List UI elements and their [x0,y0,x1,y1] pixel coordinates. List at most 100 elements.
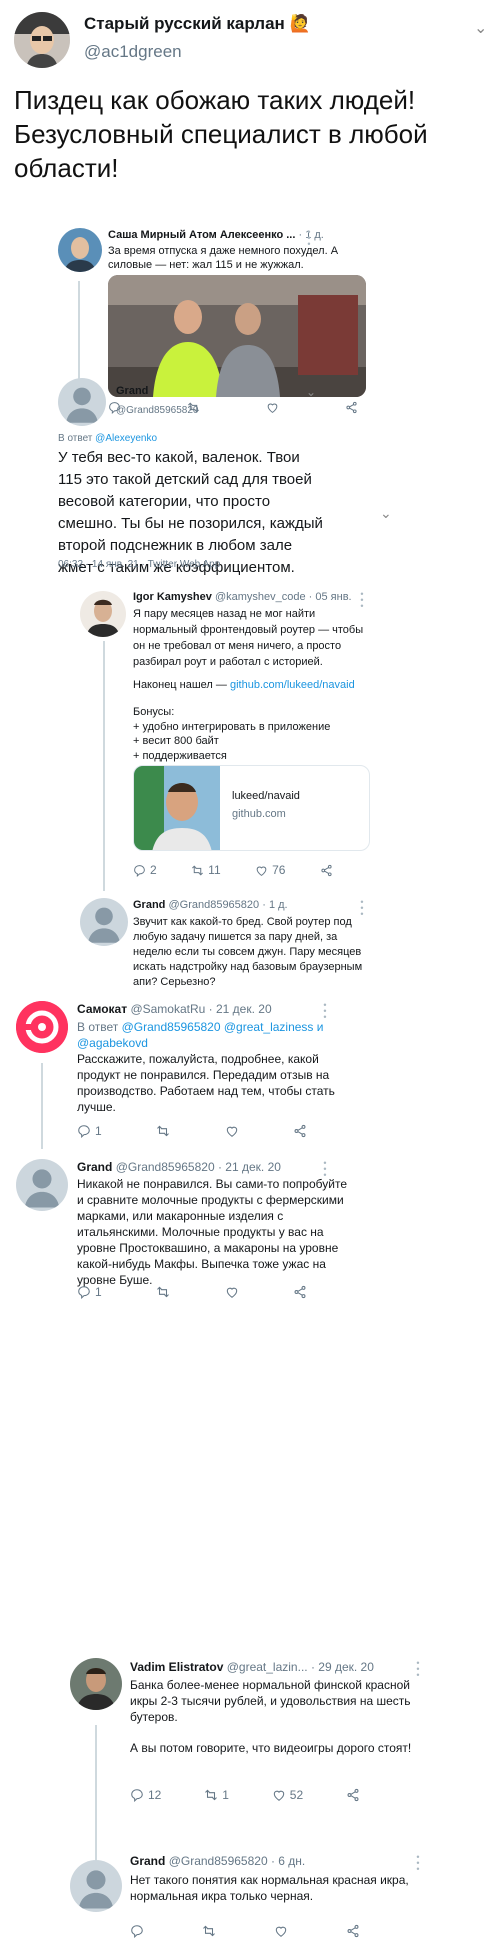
user-avatar[interactable] [80,898,128,946]
tweet-time[interactable]: · 21 дек. 20 [218,1160,281,1174]
retweet-count: 1 [222,1788,229,1802]
reply-button[interactable]: 1 [77,1124,102,1138]
share-button[interactable] [346,1924,360,1938]
thread-line [103,641,105,891]
user-handle[interactable]: @Grand85965820 [169,1854,268,1868]
chevron-down-icon[interactable]: ⌄ [380,505,392,522]
retweet-icon [204,1788,218,1802]
tweet-header: Самокат @SamokatRu · 21 дек. 20 [77,1002,272,1016]
tweet-header: Grand @Grand85965820 · 21 дек. 20 [77,1160,281,1174]
user-avatar[interactable] [70,1860,122,1912]
tweet-text-p2: Наконец нашел — github.com/lukeed/navaid [133,677,365,693]
retweet-button[interactable] [156,1285,170,1299]
user-handle[interactable]: @great_lazin... [227,1660,308,1674]
user-name[interactable]: Vadim Elistratov [130,1660,223,1674]
user-avatar[interactable] [58,228,102,272]
share-button[interactable] [320,864,333,877]
reply-button[interactable] [130,1924,144,1938]
heart-icon [274,1924,288,1938]
bonus-item: + удобно интегрировать в приложение [133,720,331,733]
tweet-time[interactable]: · 6 дн. [271,1854,305,1868]
share-button[interactable] [293,1124,307,1138]
like-button[interactable] [225,1285,239,1299]
like-button[interactable]: 76 [255,863,285,877]
thread-line [41,1063,43,1149]
reply-count: 1 [95,1124,102,1138]
like-button[interactable] [266,401,279,414]
like-button[interactable]: 52 [272,1788,303,1802]
gym-photo [108,275,366,397]
like-button[interactable] [274,1924,288,1938]
author-display-name[interactable]: Старый русский карлан 🙋 [84,14,311,34]
share-button[interactable] [345,401,358,414]
author-name-text: Старый русский карлан [84,14,285,33]
tweet-time[interactable]: · 21 дек. 20 [209,1002,272,1016]
thread-line [95,1725,97,1870]
share-icon [320,864,333,877]
more-icon[interactable]: • • • [415,1659,421,1680]
user-name[interactable]: Grand [77,1160,112,1174]
tweet-time[interactable]: · 05 янв. [309,591,352,603]
tweet-photo[interactable] [108,275,366,397]
heart-icon [255,864,268,877]
author-avatar-image [14,12,70,68]
user-avatar[interactable] [80,591,126,637]
more-icon[interactable]: • • • [322,1001,328,1022]
reply-icon [130,1924,144,1938]
tweet-text: Расскажите, пожалуйста, подробнее, какой… [77,1052,335,1114]
retweet-button[interactable]: 11 [191,863,221,877]
default-avatar-icon [80,898,128,946]
share-button[interactable] [293,1285,307,1299]
user-name[interactable]: Igor Kamyshev [133,591,212,603]
reply-icon [130,1788,144,1802]
reply-to-link[interactable]: @Alexeyenko [95,433,157,444]
user-name[interactable]: Саша Мирный Атом Алексеенко ... [108,229,295,241]
reply-button[interactable]: 2 [133,863,157,877]
retweet-button[interactable] [202,1924,216,1938]
tweet-time[interactable]: · 1 д. [262,899,287,911]
retweet-button[interactable]: 1 [204,1788,229,1802]
retweet-button[interactable] [156,1124,170,1138]
heart-icon [272,1788,286,1802]
like-button[interactable] [225,1124,239,1138]
text-fragment: Наконец нашел — [133,679,230,691]
tweet-text: Звучит как какой-то бред. Свой роутер по… [133,916,363,988]
tweet-time[interactable]: · 29 дек. 20 [311,1660,374,1674]
user-name[interactable]: Grand [133,899,165,911]
link-card[interactable]: lukeed/navaid github.com [133,765,370,851]
user-avatar[interactable] [70,1658,122,1710]
user-name[interactable]: Самокат [77,1002,127,1016]
user-name[interactable]: Grand [116,385,148,397]
user-handle[interactable]: @SamokatRu [130,1002,205,1016]
chevron-down-icon[interactable]: ⌄ [306,385,316,399]
tweet-header: Igor Kamyshev @kamyshev_code · 05 янв. [133,591,352,603]
tweet-actions [130,1924,360,1938]
user-name[interactable]: Grand [130,1854,165,1868]
github-link[interactable]: github.com/lukeed/navaid [230,679,355,691]
chevron-down-icon[interactable]: ⌄ [474,18,487,38]
author-avatar[interactable] [14,12,70,68]
author-handle[interactable]: @ac1dgreen [84,42,182,62]
user-handle[interactable]: @kamyshev_code [215,591,306,603]
user-handle[interactable]: @Grand85965820 [116,405,198,416]
bonus-list: Бонусы: + удобно интегрировать в приложе… [133,705,365,763]
user-handle[interactable]: @Grand85965820 [116,1160,215,1174]
bonus-item: + поддерживается [133,749,227,762]
user-handle[interactable]: @Grand85965820 [168,899,259,911]
user-avatar[interactable] [16,1159,68,1211]
tweet-actions: 1 [77,1285,307,1299]
share-button[interactable] [346,1788,360,1802]
retweet-count: 11 [208,863,221,877]
samokat-avatar[interactable] [16,1001,68,1053]
raised-hand-emoji: 🙋 [289,14,311,33]
reply-count: 2 [150,863,157,877]
reply-button[interactable]: 12 [130,1788,161,1802]
reply-context: В ответ @Alexeyenko [58,433,157,444]
more-icon[interactable]: • • • [415,1853,421,1874]
user-avatar[interactable] [58,378,106,426]
tweet-text: Никакой не понравился. Вы сами-то попроб… [77,1177,347,1287]
reply-button[interactable]: 1 [77,1285,102,1299]
reply-icon [77,1285,91,1299]
default-avatar-icon [58,378,106,426]
tweet-actions: 2 11 76 [133,863,333,877]
